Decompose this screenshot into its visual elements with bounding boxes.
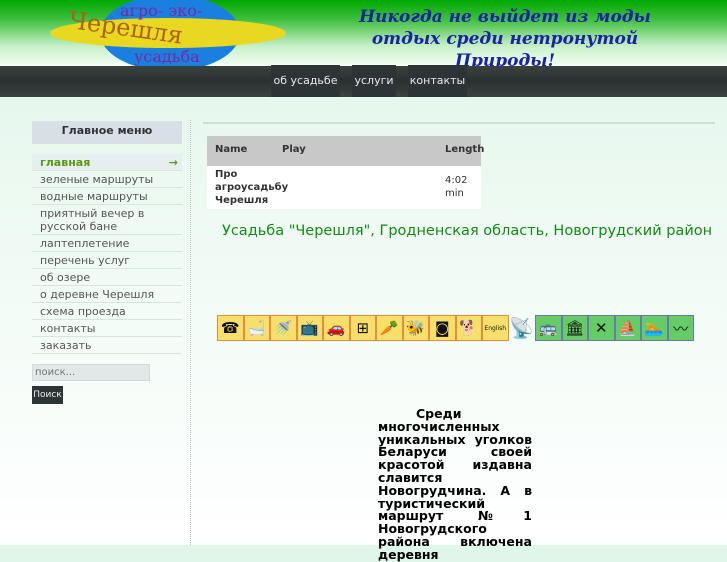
cooking-icon: 🥕: [376, 315, 403, 341]
menu-item-directions[interactable]: схема проезда: [32, 303, 182, 320]
col-name: Name: [215, 144, 248, 155]
washing-machine-icon: ◙: [429, 315, 456, 341]
swimming-icon: 🏊: [641, 315, 668, 341]
menu-item-services[interactable]: перечень услуг: [32, 252, 182, 269]
satellite-icon: 📡: [509, 316, 535, 340]
arrow-right-icon: →: [168, 156, 178, 169]
slogan-line: Никогда не выйдет из моды: [359, 7, 651, 27]
amenities-bar: ☎ 🛁 🚿 📺 🚗 ⊞ 🥕 🐝 ◙ 🐕 English 📡 🚌 🏛 ✕ ⛵ 🏊 〰: [217, 315, 694, 341]
stove-icon: ⊞: [349, 315, 376, 341]
shower-icon: 🚿: [270, 315, 297, 341]
menu-item-order[interactable]: заказать: [32, 337, 182, 354]
col-play: Play: [282, 144, 306, 155]
menu-item-green-routes[interactable]: зеленые маршруты: [32, 171, 182, 188]
bus-icon: 🚌: [535, 315, 562, 341]
tv-icon: 📺: [296, 315, 323, 341]
bath-icon: 🛁: [243, 315, 270, 341]
nav-about[interactable]: об усадьбе: [271, 65, 340, 97]
playlist-table: Name Play Length Про агроусадьбу Черешля…: [207, 136, 485, 209]
col-length: Length: [445, 144, 485, 155]
table-row[interactable]: Про агроусадьбу Черешля 4:02 min: [207, 166, 481, 209]
divider: [203, 122, 715, 124]
header: агро- эко- Черешля усадьба Никогда не вы…: [0, 0, 727, 71]
table-header: Name Play Length: [207, 136, 485, 166]
menu-item-home[interactable]: главная →: [32, 154, 182, 171]
search-input[interactable]: [32, 364, 150, 381]
nav-contacts[interactable]: контакты: [408, 65, 467, 97]
menu-item-village[interactable]: о деревне Черешля: [32, 286, 182, 303]
phone-icon: ☎: [217, 315, 244, 341]
logo[interactable]: агро- эко- Черешля усадьба: [50, 0, 290, 66]
fishing-icon: 〰: [667, 315, 694, 341]
slogan: Никогда не выйдет из моды отдых среди не…: [340, 6, 670, 72]
search-button[interactable]: Поиск: [32, 386, 63, 404]
dog-icon: 🐕: [455, 315, 482, 341]
location-caption: Усадьба "Черешля", Гродненская область, …: [222, 223, 713, 239]
nav-services[interactable]: услуги: [352, 65, 396, 97]
menu-item-water-routes[interactable]: водные маршруты: [32, 188, 182, 205]
bees-icon: 🐝: [402, 315, 429, 341]
divider: [190, 120, 191, 545]
boat-icon: ⛵: [614, 315, 641, 341]
parking-icon: 🚗: [323, 315, 350, 341]
english-icon: English: [482, 315, 509, 341]
svg-text:усадьба: усадьба: [134, 47, 200, 66]
track-length: 4:02 min: [445, 175, 468, 199]
restaurant-icon: ✕: [588, 315, 615, 341]
track-name[interactable]: Про агроусадьбу Черешля: [215, 168, 288, 207]
menu-item-contacts[interactable]: контакты: [32, 320, 182, 337]
menu-item-label: главная: [40, 156, 91, 169]
menu-item-lake[interactable]: об озере: [32, 269, 182, 286]
main-menu: Главное меню главная → зеленые маршруты в…: [32, 121, 182, 354]
intro-paragraph: Среди многочисленных уникальных уголков …: [378, 406, 532, 562]
menu-item-banya[interactable]: приятный вечер в русской бане: [32, 205, 182, 235]
menu-title: Главное меню: [32, 121, 182, 144]
menu-item-lapti[interactable]: лаптеплетение: [32, 235, 182, 252]
museum-icon: 🏛: [561, 315, 588, 341]
